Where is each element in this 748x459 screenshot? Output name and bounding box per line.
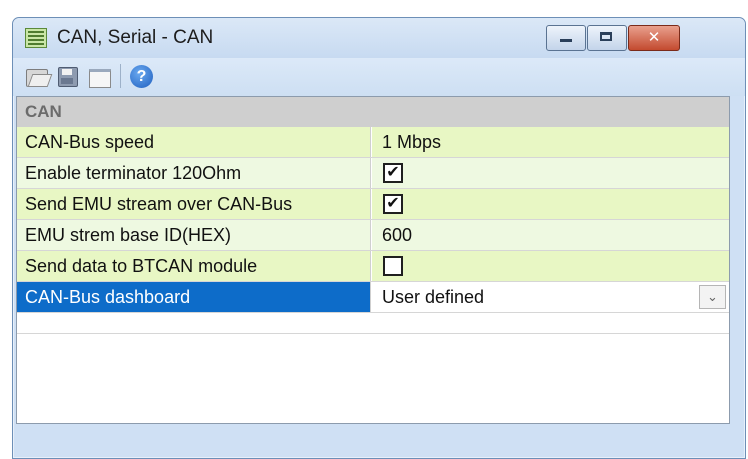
property-row-emu-base-id[interactable]: EMU strem base ID(HEX) 600 — [17, 220, 729, 251]
property-name: Enable terminator 120Ohm — [17, 158, 371, 188]
title-bar[interactable]: CAN, Serial - CAN ✕ — [13, 18, 745, 58]
minimize-button[interactable] — [546, 25, 586, 51]
dashboard-select-value: User defined — [382, 287, 485, 307]
app-icon — [25, 28, 47, 48]
property-row-terminator[interactable]: Enable terminator 120Ohm ✔ — [17, 158, 729, 189]
property-value — [372, 251, 729, 281]
property-grid: CAN CAN-Bus speed 1 Mbps Enable terminat… — [16, 96, 730, 424]
terminator-checkbox[interactable]: ✔ — [383, 163, 403, 183]
minimize-icon — [560, 39, 572, 42]
property-value[interactable]: 600 — [372, 220, 729, 250]
maximize-button[interactable] — [587, 25, 627, 51]
property-name: Send data to BTCAN module — [17, 251, 371, 281]
open-folder-icon[interactable] — [25, 65, 53, 87]
property-row-emu-stream[interactable]: Send EMU stream over CAN-Bus ✔ — [17, 189, 729, 220]
property-row-dashboard[interactable]: CAN-Bus dashboard User defined ⌄ — [17, 282, 729, 313]
property-name: EMU strem base ID(HEX) — [17, 220, 371, 250]
property-value: ✔ — [372, 158, 729, 188]
emu-stream-checkbox[interactable]: ✔ — [383, 194, 403, 214]
property-name: CAN-Bus dashboard — [17, 282, 371, 312]
save-icon[interactable] — [56, 65, 80, 87]
property-value: ✔ — [372, 189, 729, 219]
window-title: CAN, Serial - CAN — [57, 27, 214, 48]
category-header[interactable]: CAN — [17, 97, 729, 127]
property-name: CAN-Bus speed — [17, 127, 371, 157]
property-row-btcan[interactable]: Send data to BTCAN module — [17, 251, 729, 282]
property-row-can-bus-speed[interactable]: CAN-Bus speed 1 Mbps — [17, 127, 729, 158]
toolbar: ? — [13, 58, 745, 96]
help-icon[interactable]: ? — [130, 65, 153, 88]
maximize-icon — [600, 32, 612, 41]
window: CAN, Serial - CAN ✕ ? CAN CAN-Bus speed … — [12, 17, 746, 459]
empty-row — [17, 313, 729, 334]
window-icon[interactable] — [88, 65, 112, 88]
close-icon: ✕ — [647, 29, 661, 46]
property-name: Send EMU stream over CAN-Bus — [17, 189, 371, 219]
dashboard-select[interactable]: User defined ⌄ — [372, 282, 729, 312]
close-button[interactable]: ✕ — [628, 25, 680, 51]
chevron-down-icon[interactable]: ⌄ — [699, 285, 726, 309]
toolbar-separator — [120, 64, 121, 88]
property-value[interactable]: 1 Mbps — [372, 127, 729, 157]
btcan-checkbox[interactable] — [383, 256, 403, 276]
